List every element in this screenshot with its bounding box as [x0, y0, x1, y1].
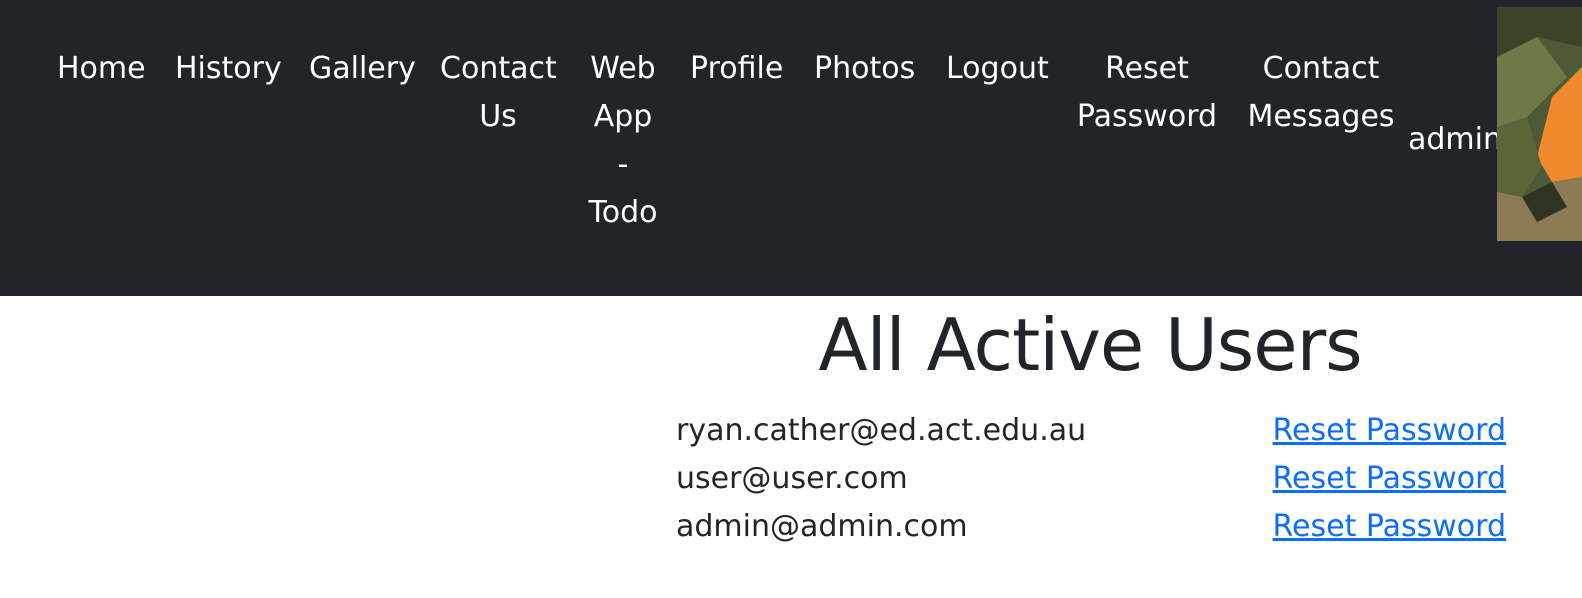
nav-contact-us-line-2: Us [479, 99, 517, 134]
user-email: ryan.cather@ed.act.edu.au [676, 413, 1087, 448]
top-navbar: Home History Gallery Contact Us Web App … [0, 0, 1582, 296]
nav-logout-label: Logout [946, 51, 1049, 86]
nav-contact-us-line-1: Contact [440, 51, 557, 86]
user-email: admin@admin.com [676, 509, 968, 544]
nav-profile-label: Profile [690, 51, 784, 86]
nav-history-label: History [175, 51, 282, 86]
nav-photos-link[interactable]: Photos [814, 45, 915, 93]
nav-contact-us-link[interactable]: Contact Us [440, 45, 557, 141]
avatar-image [1497, 7, 1582, 241]
nav-web-app-line-4: Todo [588, 195, 658, 230]
nav-reset-password-line-2: Password [1076, 99, 1218, 134]
reset-password-link[interactable]: Reset Password [1273, 455, 1506, 503]
nav-contact-messages-line-2: Messages [1247, 99, 1395, 134]
nav-web-app-todo-link[interactable]: Web App - Todo [584, 45, 662, 237]
nav-reset-password-line-1: Reset [1105, 51, 1189, 86]
user-row: admin@admin.com Reset Password [676, 503, 1506, 551]
nav-home-link[interactable]: Home [57, 45, 146, 93]
nav-web-app-line-3: - [617, 147, 629, 182]
nav-home-label: Home [57, 51, 146, 86]
page-title: All Active Users [818, 303, 1362, 387]
reset-password-link[interactable]: Reset Password [1273, 407, 1506, 455]
nav-gallery-label: Gallery [309, 51, 416, 86]
user-row: user@user.com Reset Password [676, 455, 1506, 503]
nav-photos-label: Photos [814, 51, 916, 86]
active-users-list: ryan.cather@ed.act.edu.au Reset Password… [676, 407, 1506, 551]
nav-history-link[interactable]: History [175, 45, 282, 93]
nav-contact-messages-link[interactable]: Contact Messages [1246, 45, 1396, 141]
user-avatar[interactable] [1497, 7, 1582, 241]
nav-reset-password-link[interactable]: Reset Password [1076, 45, 1218, 141]
nav-menu: Home History Gallery Contact Us Web App … [0, 0, 1582, 296]
user-email: user@user.com [676, 461, 908, 496]
nav-gallery-link[interactable]: Gallery [309, 45, 416, 93]
nav-contact-messages-line-1: Contact [1262, 51, 1380, 86]
nav-username: admin [1408, 122, 1502, 157]
user-row: ryan.cather@ed.act.edu.au Reset Password [676, 407, 1506, 455]
nav-logout-link[interactable]: Logout [946, 45, 1049, 93]
nav-web-app-line-2: App [593, 99, 653, 134]
nav-web-app-line-1: Web [590, 51, 656, 86]
nav-profile-link[interactable]: Profile [690, 45, 783, 93]
reset-password-link[interactable]: Reset Password [1273, 503, 1506, 551]
